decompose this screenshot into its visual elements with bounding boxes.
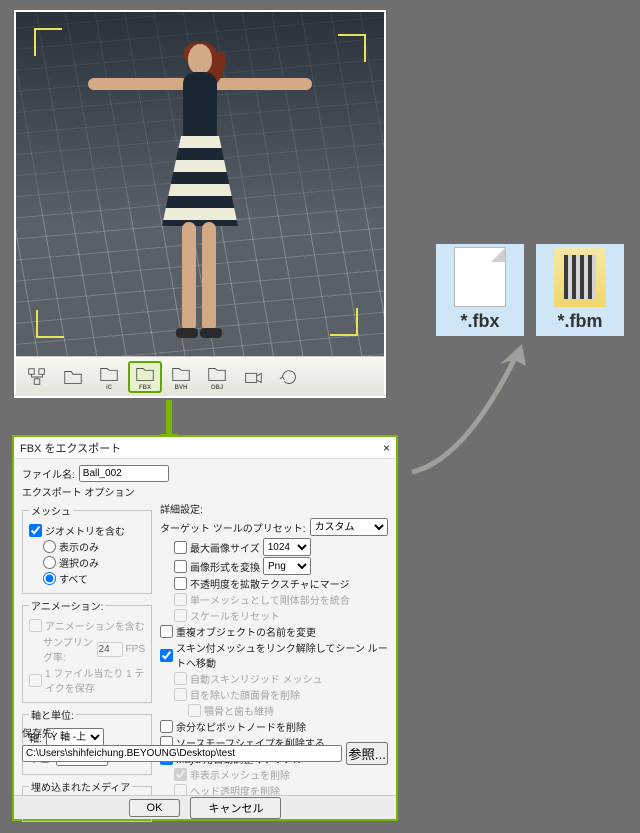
one-take-checkbox — [29, 674, 42, 687]
obj-export-icon[interactable]: OBJ — [200, 361, 234, 393]
fbm-folder-icon: *.fbm — [536, 244, 624, 336]
rename-dup-checkbox[interactable] — [160, 625, 173, 638]
close-icon[interactable]: × — [383, 441, 390, 455]
fbx-export-dialog: FBX をエクスポート × ファイル名: エクスポート オプション メッシュ ジ… — [12, 435, 398, 821]
fbx-file-icon: *.fbx — [436, 244, 524, 336]
merge-opacity-checkbox[interactable] — [174, 577, 187, 590]
auto-skin-checkbox — [174, 672, 187, 685]
browse-button[interactable]: 参照... — [346, 742, 388, 765]
include-geometry-checkbox[interactable] — [29, 524, 42, 537]
save-path-input[interactable] — [22, 745, 342, 762]
reset-scale-checkbox — [174, 609, 187, 622]
skin-unlink-checkbox[interactable] — [160, 649, 173, 662]
preset-select[interactable]: カスタム — [310, 518, 388, 536]
reload-icon[interactable] — [272, 361, 306, 393]
visible-only-radio[interactable] — [43, 540, 56, 553]
character-figure — [80, 44, 320, 344]
ic-export-icon[interactable]: iC — [92, 361, 126, 393]
bvh-export-icon[interactable]: BVH — [164, 361, 198, 393]
ok-button[interactable]: OK — [129, 799, 181, 817]
viewport-3d[interactable]: iC FBX BVH OBJ — [14, 10, 386, 398]
delete-hidden-checkbox — [174, 768, 187, 781]
frame-marker — [34, 28, 62, 56]
keep-jaw-checkbox — [188, 704, 201, 717]
export-options-label: エクスポート オプション — [22, 484, 388, 499]
cancel-button[interactable]: キャンセル — [190, 797, 281, 819]
single-mesh-checkbox — [174, 593, 187, 606]
frame-marker — [36, 310, 64, 338]
flow-arrow-curve — [404, 330, 544, 480]
sample-rate-input — [97, 642, 123, 657]
mesh-group: メッシュ ジオメトリを含む 表示のみ 選択のみ すべて — [22, 503, 152, 594]
max-img-checkbox[interactable] — [174, 541, 187, 554]
selected-only-radio[interactable] — [43, 556, 56, 569]
fbx-export-icon[interactable]: FBX — [128, 361, 162, 393]
frame-marker — [330, 308, 358, 336]
camera-icon[interactable] — [236, 361, 270, 393]
flow-arrow-down — [166, 400, 172, 436]
max-img-select[interactable]: 1024 — [263, 538, 311, 556]
all-radio[interactable] — [43, 572, 56, 585]
fbx-ext-label: *.fbx — [460, 311, 499, 332]
dialog-title: FBX をエクスポート — [20, 440, 121, 456]
file-icon — [454, 247, 506, 307]
folder-icon — [554, 247, 606, 307]
advanced-label: 詳細設定: — [160, 501, 388, 516]
remove-face-checkbox — [174, 688, 187, 701]
filename-input[interactable] — [79, 465, 169, 482]
img-fmt-select[interactable]: Png — [263, 557, 311, 575]
hierarchy-icon[interactable] — [20, 361, 54, 393]
frame-marker — [338, 34, 366, 62]
fbm-ext-label: *.fbm — [558, 311, 603, 332]
animation-group: アニメーション: アニメーションを含む サンプリング率: FPS 1 ファイル当… — [22, 598, 152, 703]
save-location-label: 保存先: — [22, 725, 388, 740]
export-toolbar: iC FBX BVH OBJ — [16, 356, 384, 396]
folder-icon[interactable] — [56, 361, 90, 393]
include-anim-checkbox — [29, 619, 42, 632]
img-fmt-checkbox[interactable] — [174, 560, 187, 573]
filename-label: ファイル名: — [22, 466, 75, 481]
